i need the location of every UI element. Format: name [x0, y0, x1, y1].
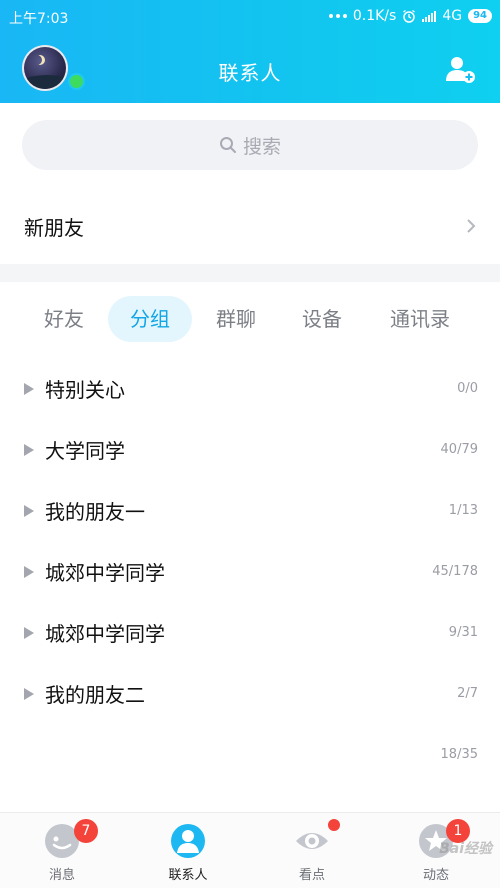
nav-contacts[interactable]: 联系人: [138, 813, 238, 888]
nav-label: 消息: [48, 868, 75, 883]
add-contact-icon[interactable]: [444, 55, 476, 83]
chevron-right-icon: [467, 219, 476, 233]
group-row[interactable]: 大学同学 40/79: [0, 419, 500, 480]
expand-arrow-icon: [24, 687, 34, 700]
group-count: 9/31: [448, 625, 478, 640]
tab-group-chats[interactable]: 群聊: [200, 296, 272, 342]
group-row[interactable]: 我的朋友二 2/7: [0, 663, 500, 724]
search-input[interactable]: 搜索: [22, 120, 478, 170]
expand-arrow-icon: [24, 504, 34, 517]
tab-friends[interactable]: 好友: [28, 296, 100, 342]
group-name: 城郊中学同学: [45, 561, 165, 585]
group-row[interactable]: 我的朋友一 1/13: [0, 480, 500, 541]
group-count: 1/13: [448, 503, 478, 518]
section-divider: [0, 264, 500, 282]
nav-label: 联系人: [168, 868, 208, 883]
more-dots-icon: [328, 14, 347, 18]
group-count: 45/178: [432, 564, 478, 579]
expand-arrow-icon: [24, 626, 34, 639]
status-time: 上午7:03: [9, 11, 69, 27]
expand-arrow-icon: [24, 565, 34, 578]
group-name: 我的朋友一: [45, 500, 145, 524]
group-name: 特别关心: [45, 378, 125, 402]
group-row[interactable]: 城郊中学同学 9/31: [0, 602, 500, 663]
contacts-icon: [171, 824, 205, 858]
group-count: 40/79: [440, 442, 478, 457]
group-name: 我的朋友二: [45, 683, 145, 707]
group-count: 2/7: [457, 686, 478, 701]
search-placeholder: 搜索: [242, 135, 281, 158]
signal-icon: [422, 10, 437, 22]
group-name: 城郊中学同学: [45, 622, 165, 646]
nav-label: 动态: [422, 868, 449, 883]
status-indicators: 0.1K/s 4G 94: [328, 8, 492, 24]
group-count: 18/35: [440, 747, 478, 762]
nav-messages[interactable]: 7 消息: [12, 813, 112, 888]
watermark: Bai经验: [439, 841, 492, 857]
battery-indicator: 94: [468, 9, 492, 23]
new-friends-label: 新朋友: [24, 215, 84, 240]
group-row[interactable]: 特别关心 0/0: [0, 358, 500, 419]
tab-address-book[interactable]: 通讯录: [374, 296, 466, 342]
contact-tabs: 好友 分组 群聊 设备 通讯录: [0, 296, 500, 344]
bottom-nav: 7 消息 联系人 看点 1 动态: [0, 812, 500, 888]
page-title: 联系人: [218, 61, 282, 85]
group-name: 大学同学: [45, 439, 125, 463]
nav-label: 看点: [298, 868, 325, 883]
group-row[interactable]: 18/35: [0, 724, 500, 785]
group-row[interactable]: 城郊中学同学 45/178: [0, 541, 500, 602]
network-type: 4G: [442, 8, 463, 24]
eye-icon: [296, 833, 328, 849]
messages-badge: 7: [74, 819, 98, 843]
expand-arrow-icon: [24, 443, 34, 456]
network-speed: 0.1K/s: [352, 8, 397, 24]
tab-groups[interactable]: 分组: [108, 296, 192, 342]
nav-kandian[interactable]: 看点: [262, 813, 362, 888]
group-count: 0/0: [457, 381, 478, 396]
tab-devices[interactable]: 设备: [286, 296, 358, 342]
search-icon: [219, 137, 236, 153]
notification-dot: [328, 819, 340, 831]
alarm-icon: [403, 9, 416, 23]
header-bar: 上午7:03 0.1K/s 4G 94 联系人: [0, 0, 500, 103]
new-friends-row[interactable]: 新朋友: [0, 188, 500, 264]
expand-arrow-icon: [24, 382, 34, 395]
status-bar: 上午7:03 0.1K/s 4G 94: [0, 0, 500, 34]
